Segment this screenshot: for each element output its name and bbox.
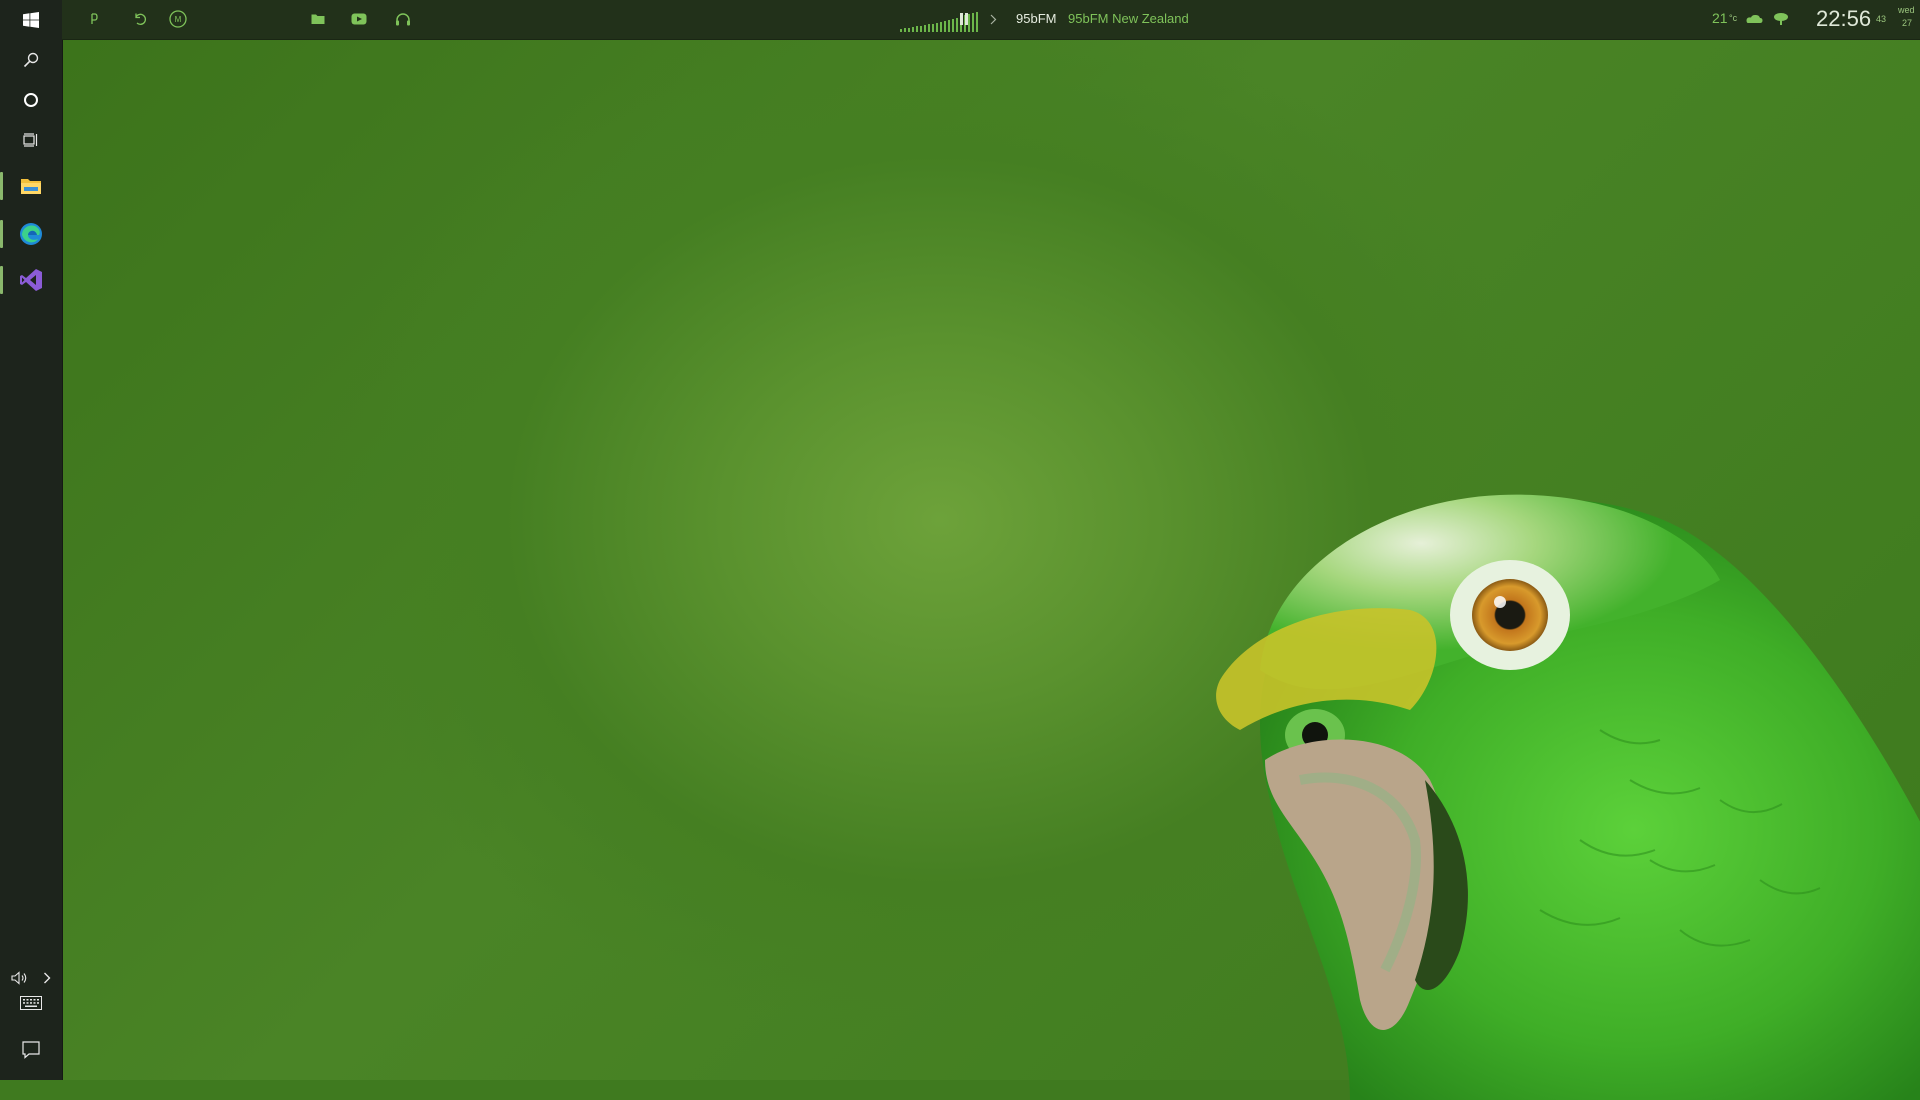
windows-logo-icon	[23, 12, 39, 28]
restart-icon	[135, 13, 146, 25]
chevron-right-icon	[990, 14, 996, 24]
power-icon	[91, 13, 98, 24]
weather-cloud	[1742, 8, 1766, 30]
audio-visualizer	[900, 10, 994, 32]
sleep-button[interactable]: M	[166, 8, 190, 30]
clock-seconds: 43	[1876, 14, 1887, 24]
pause-icon	[960, 13, 968, 25]
station-short-label: 95bFM	[1016, 11, 1057, 26]
station-full-label: 95bFM New Zealand	[1068, 11, 1189, 26]
sleep-icon: M	[169, 10, 187, 28]
cortana-button[interactable]	[0, 80, 62, 120]
start-button[interactable]	[0, 0, 62, 40]
task-view-button[interactable]	[0, 120, 62, 160]
clock-time: 22:56	[1816, 6, 1872, 31]
clock-day: wed	[1898, 5, 1915, 15]
youtube-icon	[351, 13, 367, 25]
desktop-wallpaper	[0, 0, 1920, 1100]
clock-date: 27	[1902, 18, 1913, 28]
weather-unit: °c	[1729, 13, 1738, 23]
chat-bubble-icon	[22, 1041, 40, 1059]
quick-folder-button[interactable]	[306, 8, 330, 30]
circle-icon	[24, 93, 38, 107]
visual-studio-button[interactable]	[0, 260, 62, 300]
folder-icon	[21, 179, 41, 194]
next-button[interactable]	[981, 8, 1005, 30]
action-center-button[interactable]	[0, 1030, 62, 1070]
quick-headphones-button[interactable]	[391, 8, 415, 30]
visual-studio-icon	[20, 269, 42, 291]
touch-keyboard-button[interactable]	[0, 983, 62, 1023]
pause-button[interactable]	[952, 8, 976, 30]
task-view-icon	[23, 133, 38, 147]
svg-text:M: M	[175, 15, 182, 24]
folder-icon	[311, 14, 325, 24]
quick-youtube-button[interactable]	[347, 8, 371, 30]
headphones-icon	[396, 13, 410, 26]
weather-temperature: 21	[1712, 10, 1728, 26]
weather-tree	[1769, 8, 1793, 30]
search-button[interactable]	[0, 40, 62, 80]
restart-button[interactable]	[128, 8, 152, 30]
cloud-icon	[1746, 14, 1763, 23]
edge-icon	[20, 223, 42, 245]
keyboard-icon	[20, 996, 42, 1010]
top-bar: M 95bFM 95bFM New Zealand 21 °c 22:56 43…	[62, 0, 1920, 40]
parrot-image	[1216, 494, 1920, 1100]
file-explorer-button[interactable]	[0, 166, 62, 206]
edge-button[interactable]	[0, 214, 62, 254]
vertical-taskbar	[0, 0, 63, 1080]
search-icon	[23, 52, 39, 68]
tree-icon	[1774, 13, 1788, 25]
power-button[interactable]	[82, 8, 106, 30]
